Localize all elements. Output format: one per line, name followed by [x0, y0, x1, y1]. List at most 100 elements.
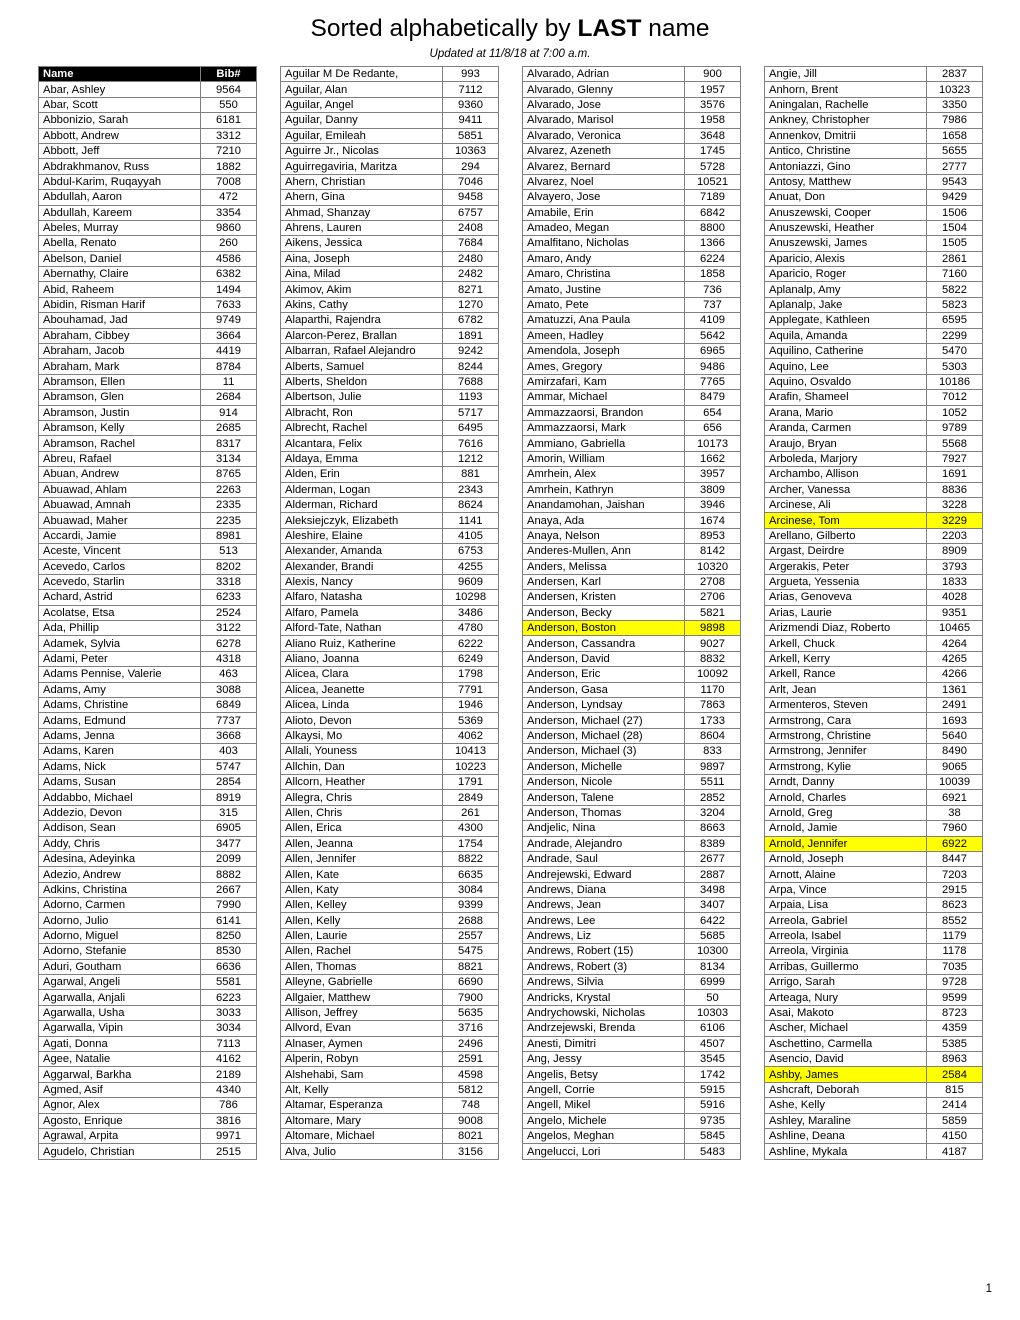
cell-bib: 6223: [200, 989, 257, 1006]
cell-bib: 5915: [684, 1081, 741, 1099]
cell-bib: 38: [926, 804, 983, 822]
cell-bib: 5717: [442, 404, 499, 421]
cell-name: Alvayero, Jose: [522, 189, 685, 206]
cell-bib: 993: [442, 65, 499, 83]
cell-bib: 2099: [200, 850, 257, 868]
cell-bib: 10465: [926, 620, 983, 637]
cell-name: Anderson, Nicole: [522, 773, 685, 791]
cell-bib: 4359: [926, 1020, 983, 1037]
cell-name: Angelucci, Lori: [522, 1143, 685, 1160]
cell-name: Alvarado, Marisol: [522, 112, 685, 129]
cell-bib: 7900: [442, 989, 499, 1006]
cell-bib: 10323: [926, 81, 983, 98]
cell-bib: 1361: [926, 681, 983, 699]
table-row: Ammiano, Gabriella 10173: [522, 435, 741, 452]
cell-name: Antico, Christine: [764, 142, 927, 160]
cell-bib: 7960: [926, 820, 983, 837]
table-row: Antico, Christine 5655: [764, 142, 983, 160]
cell-name: Aggarwal, Barkha: [38, 1066, 201, 1083]
table-row: Addezio, Devon 315: [38, 804, 257, 822]
cell-bib: 9609: [442, 573, 499, 591]
table-row: Alicea, Jeanette 7791: [280, 681, 499, 699]
table-row: Adami, Peter 4318: [38, 650, 257, 668]
table-row: Abuawad, Maher 2235: [38, 512, 257, 529]
cell-name: Adams, Jenna: [38, 727, 201, 745]
cell-name: Aquino, Lee: [764, 358, 927, 375]
cell-name: Aleshire, Elaine: [280, 527, 443, 545]
cell-bib: 5475: [442, 943, 499, 960]
cell-name: Alexander, Amanda: [280, 543, 443, 560]
cell-name: Akimov, Akim: [280, 281, 443, 298]
cell-bib: 10320: [684, 558, 741, 575]
cell-bib: 5728: [684, 158, 741, 175]
table-row: Alicea, Linda 1946: [280, 697, 499, 714]
cell-name: Alexis, Nancy: [280, 573, 443, 591]
cell-bib: 9749: [200, 312, 257, 329]
cell-bib: 8963: [926, 1050, 983, 1068]
cell-name: Abramson, Justin: [38, 404, 201, 421]
cell-bib: 9429: [926, 189, 983, 206]
table-row: Aquila, Amanda 2299: [764, 327, 983, 345]
cell-name: Andrews, Lee: [522, 912, 685, 929]
cell-name: Anuszewski, James: [764, 235, 927, 252]
table-row: Andrews, Silvia 6999: [522, 974, 741, 991]
cell-bib: 3354: [200, 204, 257, 221]
cell-name: Abraham, Mark: [38, 358, 201, 375]
table-row: Allen, Thomas 8821: [280, 958, 499, 976]
cell-name: Arana, Mario: [764, 404, 927, 421]
table-row: Arnott, Alaine 7203: [764, 866, 983, 883]
table-row: Allen, Jennifer 8822: [280, 850, 499, 868]
cell-bib: 6690: [442, 974, 499, 991]
table-row: Anderson, Nicole 5511: [522, 773, 741, 791]
cell-bib: 5845: [684, 1127, 741, 1145]
cell-bib: 9242: [442, 343, 499, 360]
cell-bib: 9486: [684, 358, 741, 375]
table-row: Allen, Erica 4300: [280, 820, 499, 837]
cell-name: Acolatse, Etsa: [38, 604, 201, 622]
cell-name: Arpa, Vince: [764, 881, 927, 899]
table-row-highlighted: Arcinese, Tom 3229: [764, 512, 983, 529]
table-row: Arnold, Charles 6921: [764, 789, 983, 806]
cell-name: Angell, Mikel: [522, 1097, 685, 1114]
cell-bib: 2677: [684, 850, 741, 868]
cell-bib: 5655: [926, 142, 983, 160]
table-row: Araujo, Bryan 5568: [764, 435, 983, 452]
cell-name: Alvarez, Bernard: [522, 158, 685, 175]
table-row: Allegra, Chris 2849: [280, 789, 499, 806]
cell-name: Alshehabi, Sam: [280, 1066, 443, 1083]
cell-name: Aquila, Amanda: [764, 327, 927, 345]
cell-bib: 4062: [442, 727, 499, 745]
cell-name: Aguirregaviria, Maritza: [280, 158, 443, 175]
cell-name: Amato, Pete: [522, 296, 685, 314]
cell-name: Andricks, Krystal: [522, 989, 685, 1006]
cell-name: Armstrong, Christine: [764, 727, 927, 745]
table-row: Anderson, Eric 10092: [522, 666, 741, 683]
table-row: Abernathy, Claire 6382: [38, 266, 257, 283]
table-row: Andrews, Liz 5685: [522, 927, 741, 945]
cell-name: Abramson, Glen: [38, 389, 201, 406]
cell-bib: 5851: [442, 127, 499, 144]
cell-name: Andrews, Diana: [522, 881, 685, 899]
table-row: Arboleda, Marjory 7927: [764, 450, 983, 468]
cell-bib: 6636: [200, 958, 257, 976]
cell-name: Andrade, Saul: [522, 850, 685, 868]
cell-bib: 5470: [926, 343, 983, 360]
cell-bib: 6422: [684, 912, 741, 929]
cell-bib: 5859: [926, 1112, 983, 1129]
cell-name: Aguilar, Emileah: [280, 127, 443, 144]
table-row: Akins, Cathy 1270: [280, 296, 499, 314]
cell-name: Allen, Kate: [280, 866, 443, 883]
cell-name: Amorin, William: [522, 450, 685, 468]
table-row: Amorin, William 1662: [522, 450, 741, 468]
table-row: Archambo, Allison 1691: [764, 466, 983, 483]
cell-bib: 9411: [442, 112, 499, 129]
cell-bib: 2414: [926, 1097, 983, 1114]
cell-bib: 8490: [926, 743, 983, 760]
cell-name: Abdul-Karim, Ruqayyah: [38, 173, 201, 191]
cell-bib: 4586: [200, 250, 257, 268]
table-row: Achard, Astrid 6233: [38, 589, 257, 606]
table-row: Abbott, Jeff 7210: [38, 142, 257, 160]
cell-bib: 5685: [684, 927, 741, 945]
cell-name: Abid, Raheem: [38, 281, 201, 298]
table-row: Albertson, Julie 1193: [280, 389, 499, 406]
